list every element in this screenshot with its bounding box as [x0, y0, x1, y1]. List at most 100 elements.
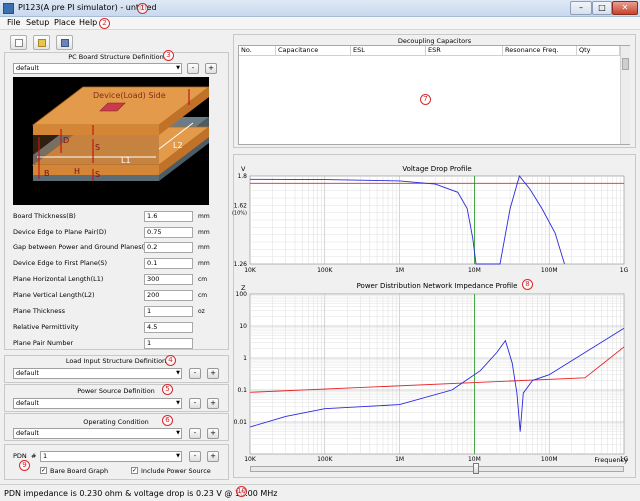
param-unit: oz — [198, 308, 205, 315]
callout-9: 9 — [19, 460, 30, 471]
load-structure-select[interactable]: default ▼ — [13, 368, 182, 379]
load-add-button[interactable]: + — [207, 368, 219, 379]
open-button[interactable] — [33, 35, 50, 50]
operating-add-button[interactable]: + — [207, 428, 219, 439]
include-power-checkbox[interactable]: ✓ — [131, 467, 138, 474]
load-remove-button[interactable]: - — [189, 368, 201, 379]
param-label: Plane Pair Number — [13, 339, 74, 347]
param-unit: mm — [198, 229, 210, 236]
frequency-slider-thumb[interactable] — [473, 463, 479, 474]
open-folder-icon — [38, 39, 46, 47]
menu-place[interactable]: Place — [54, 18, 75, 27]
power-source-select[interactable]: default ▼ — [13, 398, 182, 409]
close-button[interactable]: ✕ — [612, 1, 638, 15]
pdn-add-button[interactable]: + — [207, 451, 219, 462]
pdn-label: PDN — [13, 452, 27, 460]
pcb-structure-select[interactable]: default ▼ — [13, 63, 182, 74]
callout-8: 8 — [522, 279, 533, 290]
diagram-label-s1: S — [95, 143, 101, 152]
power-selected-value: default — [16, 399, 39, 407]
new-button[interactable] — [10, 35, 27, 50]
operating-remove-button[interactable]: - — [189, 428, 201, 439]
pdn-select[interactable]: 1 ▼ — [40, 451, 182, 462]
callout-10: 10 — [236, 486, 247, 497]
chevron-down-icon: ▼ — [176, 453, 180, 459]
chevron-down-icon: ▼ — [176, 370, 180, 376]
save-button[interactable] — [56, 35, 73, 50]
param-input[interactable]: 0.2 — [144, 242, 193, 253]
pdn-selected-value: 1 — [43, 452, 48, 460]
chevron-down-icon: ▼ — [176, 400, 180, 406]
load-section-title: Load Input Structure Definition — [65, 357, 167, 365]
new-file-icon — [15, 39, 23, 47]
operating-section-title: Operating Condition — [83, 418, 149, 426]
diagram-label-s2: S — [95, 170, 101, 179]
maximize-button[interactable]: □ — [592, 1, 612, 15]
diagram-label-l2: L2 — [173, 141, 183, 150]
chevron-down-icon: ▼ — [176, 430, 180, 436]
param-label: Device Edge to Plane Pair(D) — [13, 228, 107, 236]
load-selected-value: default — [16, 369, 39, 377]
param-input[interactable]: 1 — [144, 306, 193, 317]
menu-setup[interactable]: Setup — [26, 18, 49, 27]
param-label: Plane Vertical Length(L2) — [13, 291, 95, 299]
pcb-remove-button[interactable]: - — [187, 63, 199, 74]
param-unit: cm — [198, 276, 208, 283]
power-remove-button[interactable]: - — [189, 398, 201, 409]
callout-3: 3 — [163, 50, 174, 61]
decap-col-esl[interactable]: ESL — [351, 46, 426, 56]
param-label: Plane Horizontal Length(L1) — [13, 275, 104, 283]
decap-title: Decoupling Capacitors — [397, 37, 472, 45]
diagram-label-d: D — [63, 136, 70, 145]
status-bar: PDN impedance is 0.230 ohm & voltage dro… — [0, 484, 640, 501]
app-icon — [3, 3, 14, 14]
decap-col-esr[interactable]: ESR — [426, 46, 503, 56]
param-unit: mm — [198, 244, 210, 251]
decoupling-panel: Decoupling Capacitors No. Capacitance ES… — [233, 34, 636, 148]
callout-4: 4 — [165, 355, 176, 366]
decap-col-capacitance[interactable]: Capacitance — [276, 46, 351, 56]
decap-col-no[interactable]: No. — [239, 46, 276, 56]
callout-7: 7 — [420, 94, 431, 105]
diagram-label-side: Device(Load) Side — [93, 91, 166, 100]
charts-panel — [233, 154, 636, 478]
callout-1: 1 — [137, 3, 148, 14]
decap-col-resonance[interactable]: Resonance Freq. — [503, 46, 577, 56]
param-unit: cm — [198, 292, 208, 299]
param-label: Device Edge to First Plane(S) — [13, 259, 108, 267]
chevron-down-icon: ▼ — [176, 65, 180, 71]
pcb-selected-value: default — [16, 64, 39, 72]
pcb-add-button[interactable]: + — [205, 63, 217, 74]
diagram-label-l1: L1 — [121, 156, 131, 165]
frequency-slider-track[interactable] — [250, 466, 624, 472]
decap-scroll-thumb[interactable] — [622, 58, 629, 70]
power-add-button[interactable]: + — [207, 398, 219, 409]
callout-5: 5 — [162, 384, 173, 395]
pcb-section-title: PC Board Structure Definition — [68, 53, 164, 61]
param-input[interactable]: 300 — [144, 274, 193, 285]
pdn-remove-button[interactable]: - — [189, 451, 201, 462]
bare-board-label: Bare Board Graph — [50, 467, 109, 475]
menu-bar: File Setup Place Help — [0, 17, 640, 30]
param-input[interactable]: 4.5 — [144, 322, 193, 333]
diagram-label-h: H — [74, 167, 81, 176]
window-title: PI123(A pre PI simulator) - untitled — [18, 3, 157, 12]
callout-2: 2 — [99, 18, 110, 29]
decap-table[interactable]: No. Capacitance ESL ESR Resonance Freq. … — [238, 45, 630, 145]
param-input[interactable]: 200 — [144, 290, 193, 301]
decap-scrollbar[interactable] — [620, 46, 630, 144]
operating-condition-select[interactable]: default ▼ — [13, 428, 182, 439]
bare-board-checkbox[interactable]: ✓ — [40, 467, 47, 474]
menu-file[interactable]: File — [7, 18, 20, 27]
param-input[interactable]: 1.6 — [144, 211, 193, 222]
param-input[interactable]: 0.75 — [144, 227, 193, 238]
decap-col-qty[interactable]: Qty — [577, 46, 620, 56]
minimize-button[interactable]: – — [570, 1, 592, 15]
param-input[interactable]: 0.1 — [144, 258, 193, 269]
param-unit: mm — [198, 213, 210, 220]
menu-help[interactable]: Help — [79, 18, 97, 27]
pdn-hash: # — [31, 452, 37, 460]
param-input[interactable]: 1 — [144, 338, 193, 349]
save-disk-icon — [61, 39, 69, 47]
operating-selected-value: default — [16, 429, 39, 437]
